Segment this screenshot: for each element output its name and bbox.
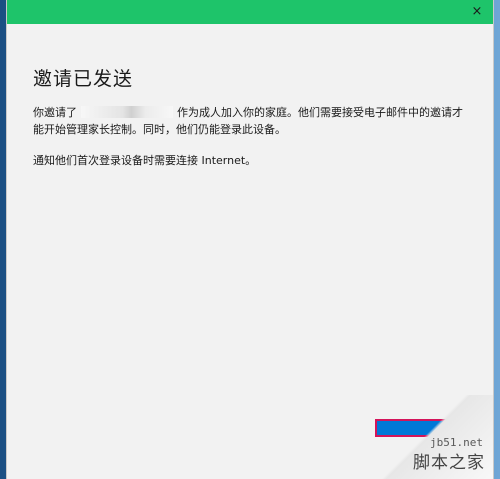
title-bar: × bbox=[7, 0, 493, 24]
dialog-heading: 邀请已发送 bbox=[33, 68, 134, 90]
invite-description: 你邀请了 作为成人加入你的家庭。他们需要接受电子邮件中的邀请才能开始管理家长控制。… bbox=[33, 104, 463, 138]
internet-notice: 通知他们首次登录设备时需要连接 Internet。 bbox=[33, 154, 257, 167]
redacted-email bbox=[81, 106, 173, 118]
watermark-name: 脚本之家 bbox=[413, 453, 485, 473]
close-icon: × bbox=[471, 4, 483, 19]
close-button[interactable]: × bbox=[467, 2, 487, 22]
invite-sent-dialog: × 邀请已发送 你邀请了 作为成人加入你的家庭。他们需要接受电子邮件中的邀请才能开… bbox=[7, 0, 493, 479]
invite-text-before: 你邀请了 bbox=[33, 106, 77, 119]
close-dialog-button[interactable] bbox=[375, 419, 449, 437]
